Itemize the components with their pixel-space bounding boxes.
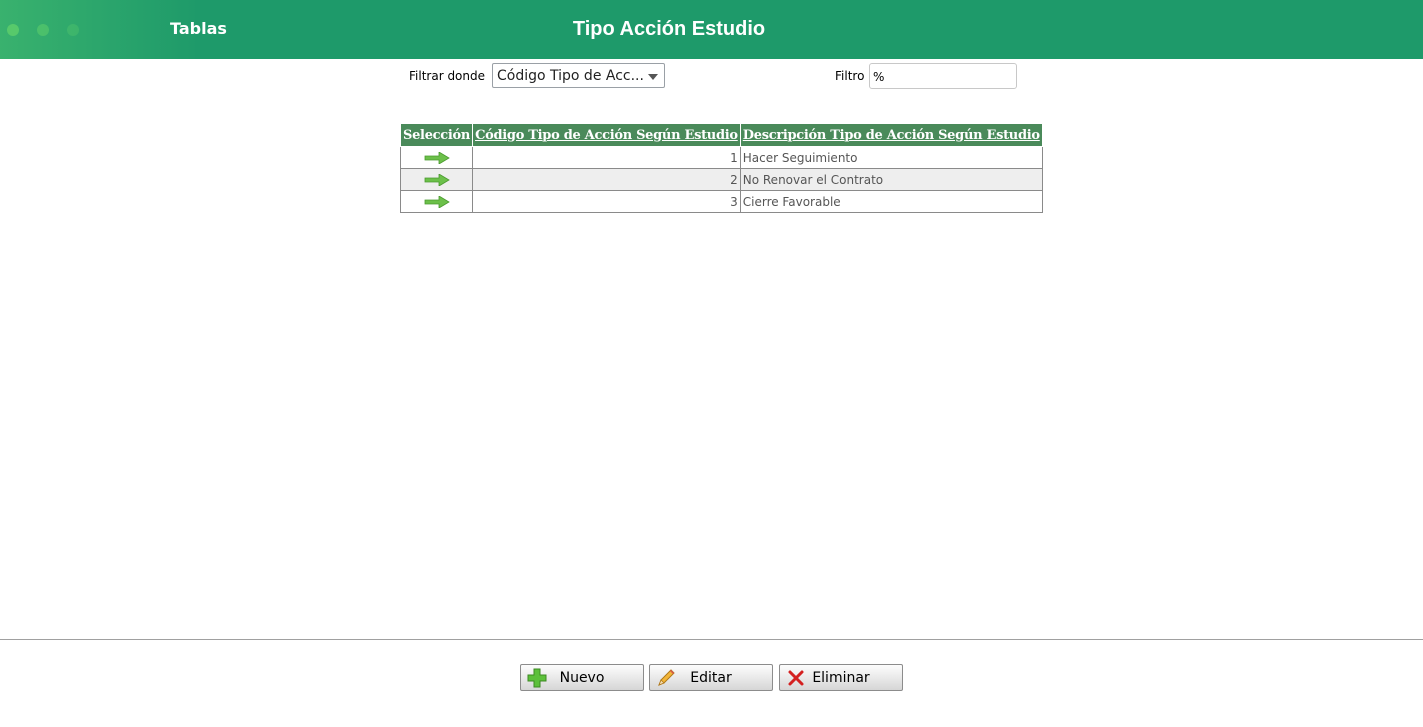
column-header-seleccion: Selección xyxy=(399,123,474,147)
filter-field-value: Código Tipo de Acc... xyxy=(497,68,644,84)
table-header-row: Selección Código Tipo de Acción Según Es… xyxy=(399,123,1043,147)
filtro-input[interactable]: % xyxy=(869,63,1017,89)
select-cell[interactable] xyxy=(399,190,474,213)
column-header-codigo[interactable]: Código Tipo de Acción Según Estudio xyxy=(472,123,741,147)
code-cell: 2 xyxy=(472,168,741,191)
nuevo-button-label: Nuevo xyxy=(559,670,605,686)
page-title: Tipo Acción Estudio xyxy=(572,18,766,40)
code-cell: 1 xyxy=(472,146,741,169)
select-cell[interactable] xyxy=(399,168,474,191)
filtro-label: Filtro xyxy=(835,69,865,83)
nuevo-button[interactable]: Nuevo xyxy=(520,664,644,691)
filter-where-label: Filtrar donde xyxy=(409,69,486,83)
arrow-right-icon[interactable] xyxy=(424,152,450,164)
description-cell: No Renovar el Contrato xyxy=(739,168,1043,191)
table-row: 1 Hacer Seguimiento xyxy=(399,146,1043,169)
description-cell: Hacer Seguimiento xyxy=(739,146,1043,169)
eliminar-button[interactable]: Eliminar xyxy=(779,664,903,691)
table-row: 2 No Renovar el Contrato xyxy=(399,168,1043,191)
chevron-down-icon xyxy=(648,74,658,80)
select-cell[interactable] xyxy=(399,146,474,169)
footer-divider xyxy=(0,639,1423,640)
app-header: Tablas Tipo Acción Estudio xyxy=(0,0,1423,59)
results-table: Selección Código Tipo de Acción Según Es… xyxy=(399,123,1043,213)
filter-field-select[interactable]: Código Tipo de Acc... xyxy=(492,63,665,88)
editar-button-label: Editar xyxy=(690,670,732,686)
eliminar-button-label: Eliminar xyxy=(812,670,870,686)
arrow-right-icon[interactable] xyxy=(424,174,450,186)
arrow-right-icon[interactable] xyxy=(424,196,450,208)
code-cell: 3 xyxy=(472,190,741,213)
column-header-descripcion[interactable]: Descripción Tipo de Acción Según Estudio xyxy=(739,123,1043,147)
table-row: 3 Cierre Favorable xyxy=(399,190,1043,213)
description-cell: Cierre Favorable xyxy=(739,190,1043,213)
editar-button[interactable]: Editar xyxy=(649,664,773,691)
